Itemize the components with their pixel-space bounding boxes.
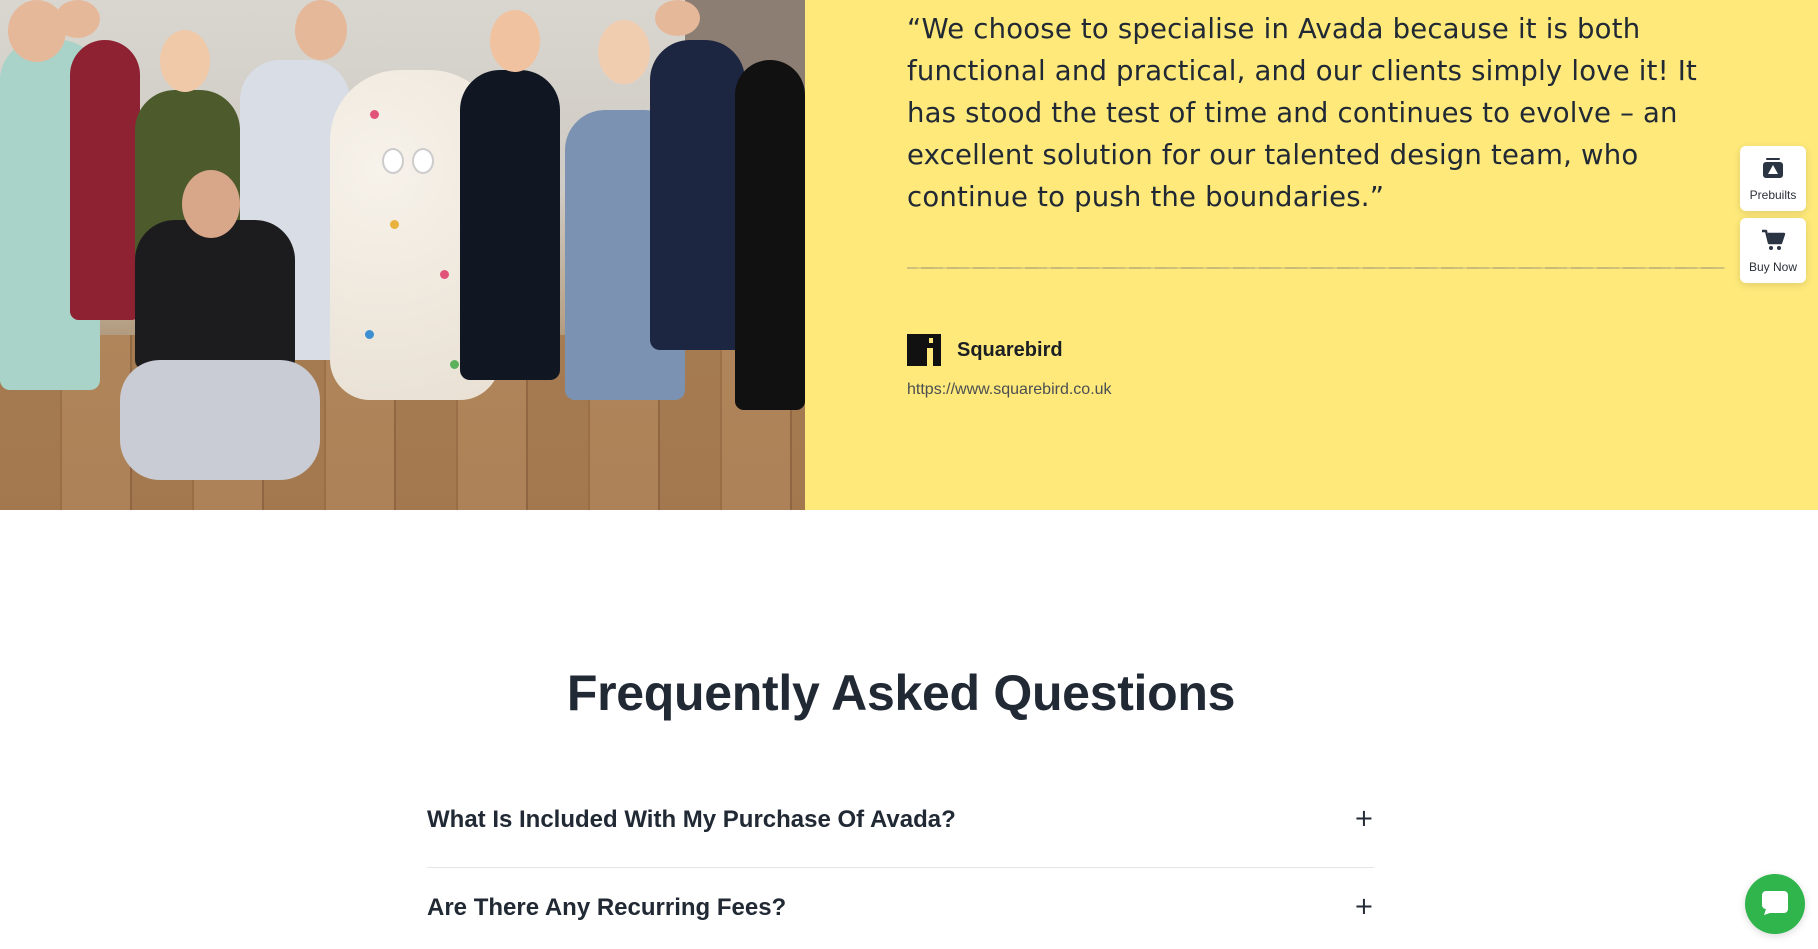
testimonial-divider	[907, 267, 1725, 269]
buy-now-button[interactable]: Buy Now	[1740, 218, 1806, 283]
chat-bubble-icon	[1760, 887, 1790, 921]
plus-icon[interactable]: +	[1354, 892, 1374, 920]
prebuilts-button[interactable]: Prebuilts	[1740, 146, 1806, 211]
testimonial-section: “We choose to specialise in Avada becaus…	[0, 0, 1818, 510]
faq-question[interactable]: What Is Included With My Purchase Of Ava…	[427, 806, 956, 834]
faq-item[interactable]: Are There Any Recurring Fees? +	[427, 868, 1374, 949]
buy-now-label: Buy Now	[1748, 259, 1798, 274]
faq-title: Frequently Asked Questions	[566, 665, 1236, 721]
prebuilts-label: Prebuilts	[1749, 187, 1797, 202]
team-photo	[0, 0, 805, 510]
cart-icon	[1760, 228, 1786, 256]
company-url-link[interactable]: https://www.squarebird.co.uk	[907, 381, 1112, 399]
squarebird-logo-icon	[907, 334, 941, 366]
testimonial-panel: “We choose to specialise in Avada becaus…	[805, 0, 1818, 510]
faq-item[interactable]: What Is Included With My Purchase Of Ava…	[427, 774, 1374, 868]
plus-icon[interactable]: +	[1354, 804, 1374, 832]
chat-button[interactable]	[1745, 874, 1805, 934]
company-row: Squarebird	[907, 334, 1063, 366]
faq-question[interactable]: Are There Any Recurring Fees?	[427, 894, 786, 922]
prebuilts-icon	[1760, 156, 1786, 184]
testimonial-quote: “We choose to specialise in Avada becaus…	[907, 13, 1698, 213]
company-name: Squarebird	[957, 338, 1063, 361]
